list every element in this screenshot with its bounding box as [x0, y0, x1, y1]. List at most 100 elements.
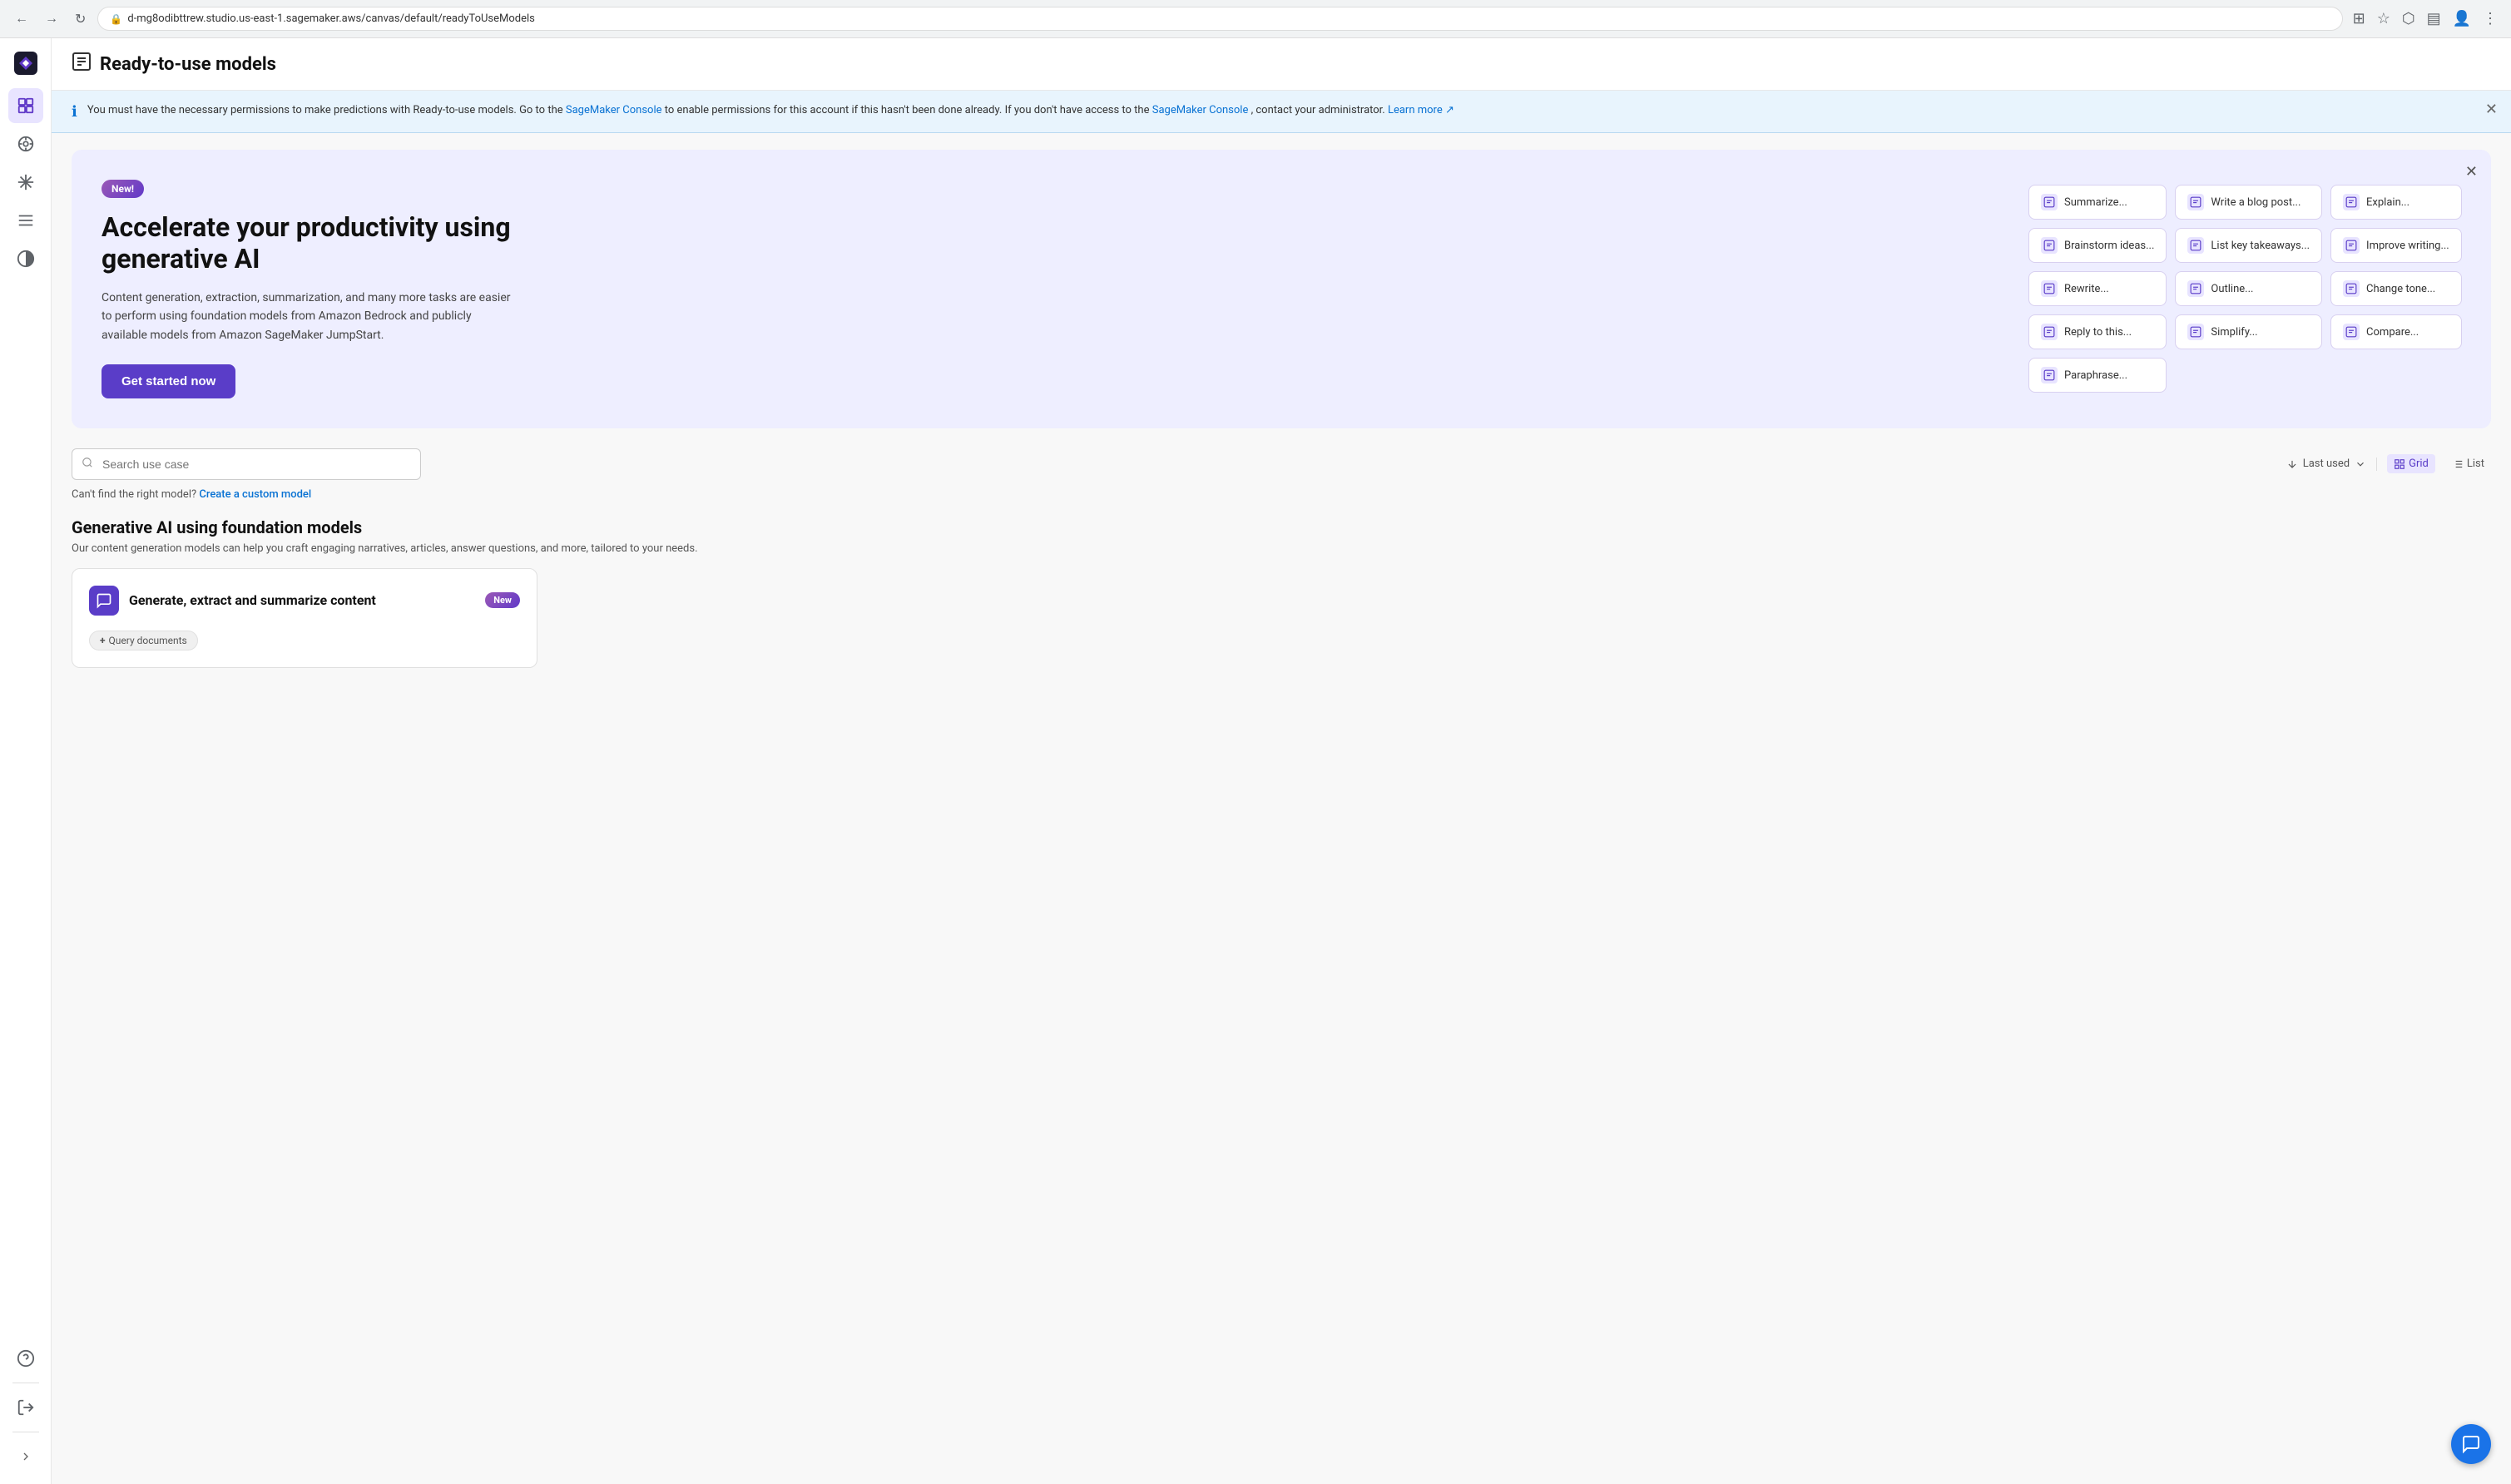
- sidebar-item-logout[interactable]: [8, 1390, 43, 1425]
- app-logo: [11, 48, 41, 78]
- chip-label-8: Change tone...: [2366, 283, 2435, 295]
- sidebar-bottom: [8, 1341, 43, 1474]
- sidebar: [0, 38, 52, 1484]
- promo-chips: Summarize... Write a blog post... Explai…: [2028, 185, 2461, 393]
- translate-button[interactable]: ⊞: [2350, 7, 2369, 31]
- alert-text-before-link1: You must have the necessary permissions …: [87, 104, 563, 116]
- url-text: d-mg8odibttrew.studio.us-east-1.sagemake…: [127, 12, 535, 25]
- chip-icon-2: [2343, 194, 2360, 210]
- chip-icon-3: [2041, 237, 2058, 254]
- list-view-button[interactable]: List: [2445, 454, 2491, 473]
- sort-label: Last used: [2303, 458, 2350, 470]
- content-area: ✕ New! Accelerate your productivity usin…: [52, 133, 2511, 1484]
- promo-description: Content generation, extraction, summariz…: [102, 289, 518, 344]
- chip-label-4: List key takeaways...: [2211, 240, 2310, 252]
- page-title: Ready-to-use models: [100, 54, 276, 75]
- model-card[interactable]: Generate, extract and summarize content …: [72, 568, 537, 668]
- chip-label-3: Brainstorm ideas...: [2064, 240, 2154, 252]
- address-bar[interactable]: 🔒 d-mg8odibttrew.studio.us-east-1.sagema…: [97, 7, 2342, 31]
- chip-icon-7: [2187, 280, 2204, 297]
- forward-button[interactable]: →: [40, 8, 63, 30]
- sidebar-item-asterisk[interactable]: [8, 165, 43, 200]
- chip-label-1: Write a blog post...: [2211, 196, 2301, 209]
- promo-chip-5[interactable]: Improve writing...: [2330, 228, 2462, 263]
- browser-chrome: ← → ↻ 🔒 d-mg8odibttrew.studio.us-east-1.…: [0, 0, 2511, 38]
- extensions-button[interactable]: ⬡: [2399, 7, 2419, 31]
- get-started-button[interactable]: Get started now: [102, 364, 235, 398]
- sagemaker-console-link-1[interactable]: SageMaker Console: [566, 104, 662, 116]
- list-label: List: [2467, 458, 2484, 470]
- search-container: [72, 448, 421, 480]
- alert-close-button[interactable]: ✕: [2485, 101, 2498, 118]
- page-header: Ready-to-use models: [52, 38, 2511, 91]
- model-card-icon: [89, 586, 119, 616]
- chip-label-0: Summarize...: [2064, 196, 2127, 209]
- model-card-title-row: Generate, extract and summarize content: [89, 586, 376, 616]
- plus-icon: +: [100, 635, 106, 646]
- menu-button[interactable]: ⋮: [2479, 7, 2501, 31]
- alert-text-after-link2: , contact your administrator.: [1251, 104, 1385, 116]
- promo-left: New! Accelerate your productivity using …: [102, 180, 518, 398]
- custom-model-text: Can't find the right model?: [72, 488, 196, 501]
- chip-icon-12: [2041, 367, 2058, 383]
- bookmark-button[interactable]: ☆: [2374, 7, 2394, 31]
- model-tag[interactable]: + Query documents: [89, 631, 198, 650]
- chip-label-5: Improve writing...: [2366, 240, 2449, 252]
- model-card-title: Generate, extract and summarize content: [129, 592, 376, 608]
- new-badge: New!: [102, 180, 144, 198]
- model-card-header: Generate, extract and summarize content …: [89, 586, 520, 616]
- sidebar-item-help[interactable]: [8, 1341, 43, 1376]
- grid-label: Grid: [2409, 458, 2429, 470]
- main-content: Ready-to-use models ℹ You must have the …: [52, 38, 2511, 1484]
- chip-label-9: Reply to this...: [2064, 326, 2132, 339]
- learn-more-link[interactable]: Learn more ↗: [1388, 104, 1454, 116]
- sidebar-item-ml[interactable]: [8, 126, 43, 161]
- promo-chip-3[interactable]: Brainstorm ideas...: [2028, 228, 2167, 263]
- model-tag-label: Query documents: [109, 635, 187, 646]
- search-input[interactable]: [72, 448, 421, 480]
- promo-chip-10[interactable]: Simplify...: [2175, 314, 2322, 349]
- chip-icon-0: [2041, 194, 2058, 210]
- create-custom-model-link[interactable]: Create a custom model: [199, 488, 311, 501]
- promo-chip-8[interactable]: Change tone...: [2330, 271, 2462, 306]
- sidebar-item-build[interactable]: [8, 88, 43, 123]
- promo-chip-11[interactable]: Compare...: [2330, 314, 2462, 349]
- promo-chip-2[interactable]: Explain...: [2330, 185, 2462, 220]
- back-button[interactable]: ←: [10, 8, 33, 30]
- profile-button[interactable]: 👤: [2449, 7, 2474, 31]
- chip-icon-4: [2187, 237, 2204, 254]
- promo-close-button[interactable]: ✕: [2465, 163, 2478, 181]
- chip-icon-6: [2041, 280, 2058, 297]
- promo-chip-1[interactable]: Write a blog post...: [2175, 185, 2322, 220]
- chip-label-6: Rewrite...: [2064, 283, 2109, 295]
- sidebar-expand-button[interactable]: [8, 1439, 43, 1474]
- search-icon: [82, 457, 93, 472]
- sort-control[interactable]: Last used: [2286, 458, 2366, 470]
- promo-chip-7[interactable]: Outline...: [2175, 271, 2322, 306]
- alert-banner: ℹ You must have the necessary permission…: [52, 91, 2511, 133]
- refresh-button[interactable]: ↻: [70, 7, 91, 31]
- view-divider: [2376, 458, 2377, 471]
- promo-chip-12[interactable]: Paraphrase...: [2028, 358, 2167, 393]
- section-description: Our content generation models can help y…: [72, 542, 2491, 555]
- chat-widget-button[interactable]: [2451, 1424, 2491, 1464]
- sidebar-button[interactable]: ▤: [2424, 7, 2444, 31]
- lock-icon: 🔒: [110, 13, 122, 25]
- sidebar-item-toggle[interactable]: [8, 241, 43, 276]
- chip-label-2: Explain...: [2366, 196, 2409, 209]
- promo-chip-6[interactable]: Rewrite...: [2028, 271, 2167, 306]
- view-controls: Last used Grid: [2286, 454, 2491, 473]
- sidebar-item-list[interactable]: [8, 203, 43, 238]
- chip-icon-8: [2343, 280, 2360, 297]
- chip-icon-9: [2041, 324, 2058, 340]
- promo-chip-9[interactable]: Reply to this...: [2028, 314, 2167, 349]
- page-header-icon: [72, 52, 92, 77]
- promo-chip-4[interactable]: List key takeaways...: [2175, 228, 2322, 263]
- browser-actions: ⊞ ☆ ⬡ ▤ 👤 ⋮: [2350, 7, 2501, 31]
- sagemaker-console-link-2[interactable]: SageMaker Console: [1152, 104, 1249, 116]
- grid-view-button[interactable]: Grid: [2387, 454, 2435, 473]
- chip-icon-11: [2343, 324, 2360, 340]
- promo-chip-0[interactable]: Summarize...: [2028, 185, 2167, 220]
- section-title: Generative AI using foundation models: [72, 517, 2491, 537]
- chip-icon-1: [2187, 194, 2204, 210]
